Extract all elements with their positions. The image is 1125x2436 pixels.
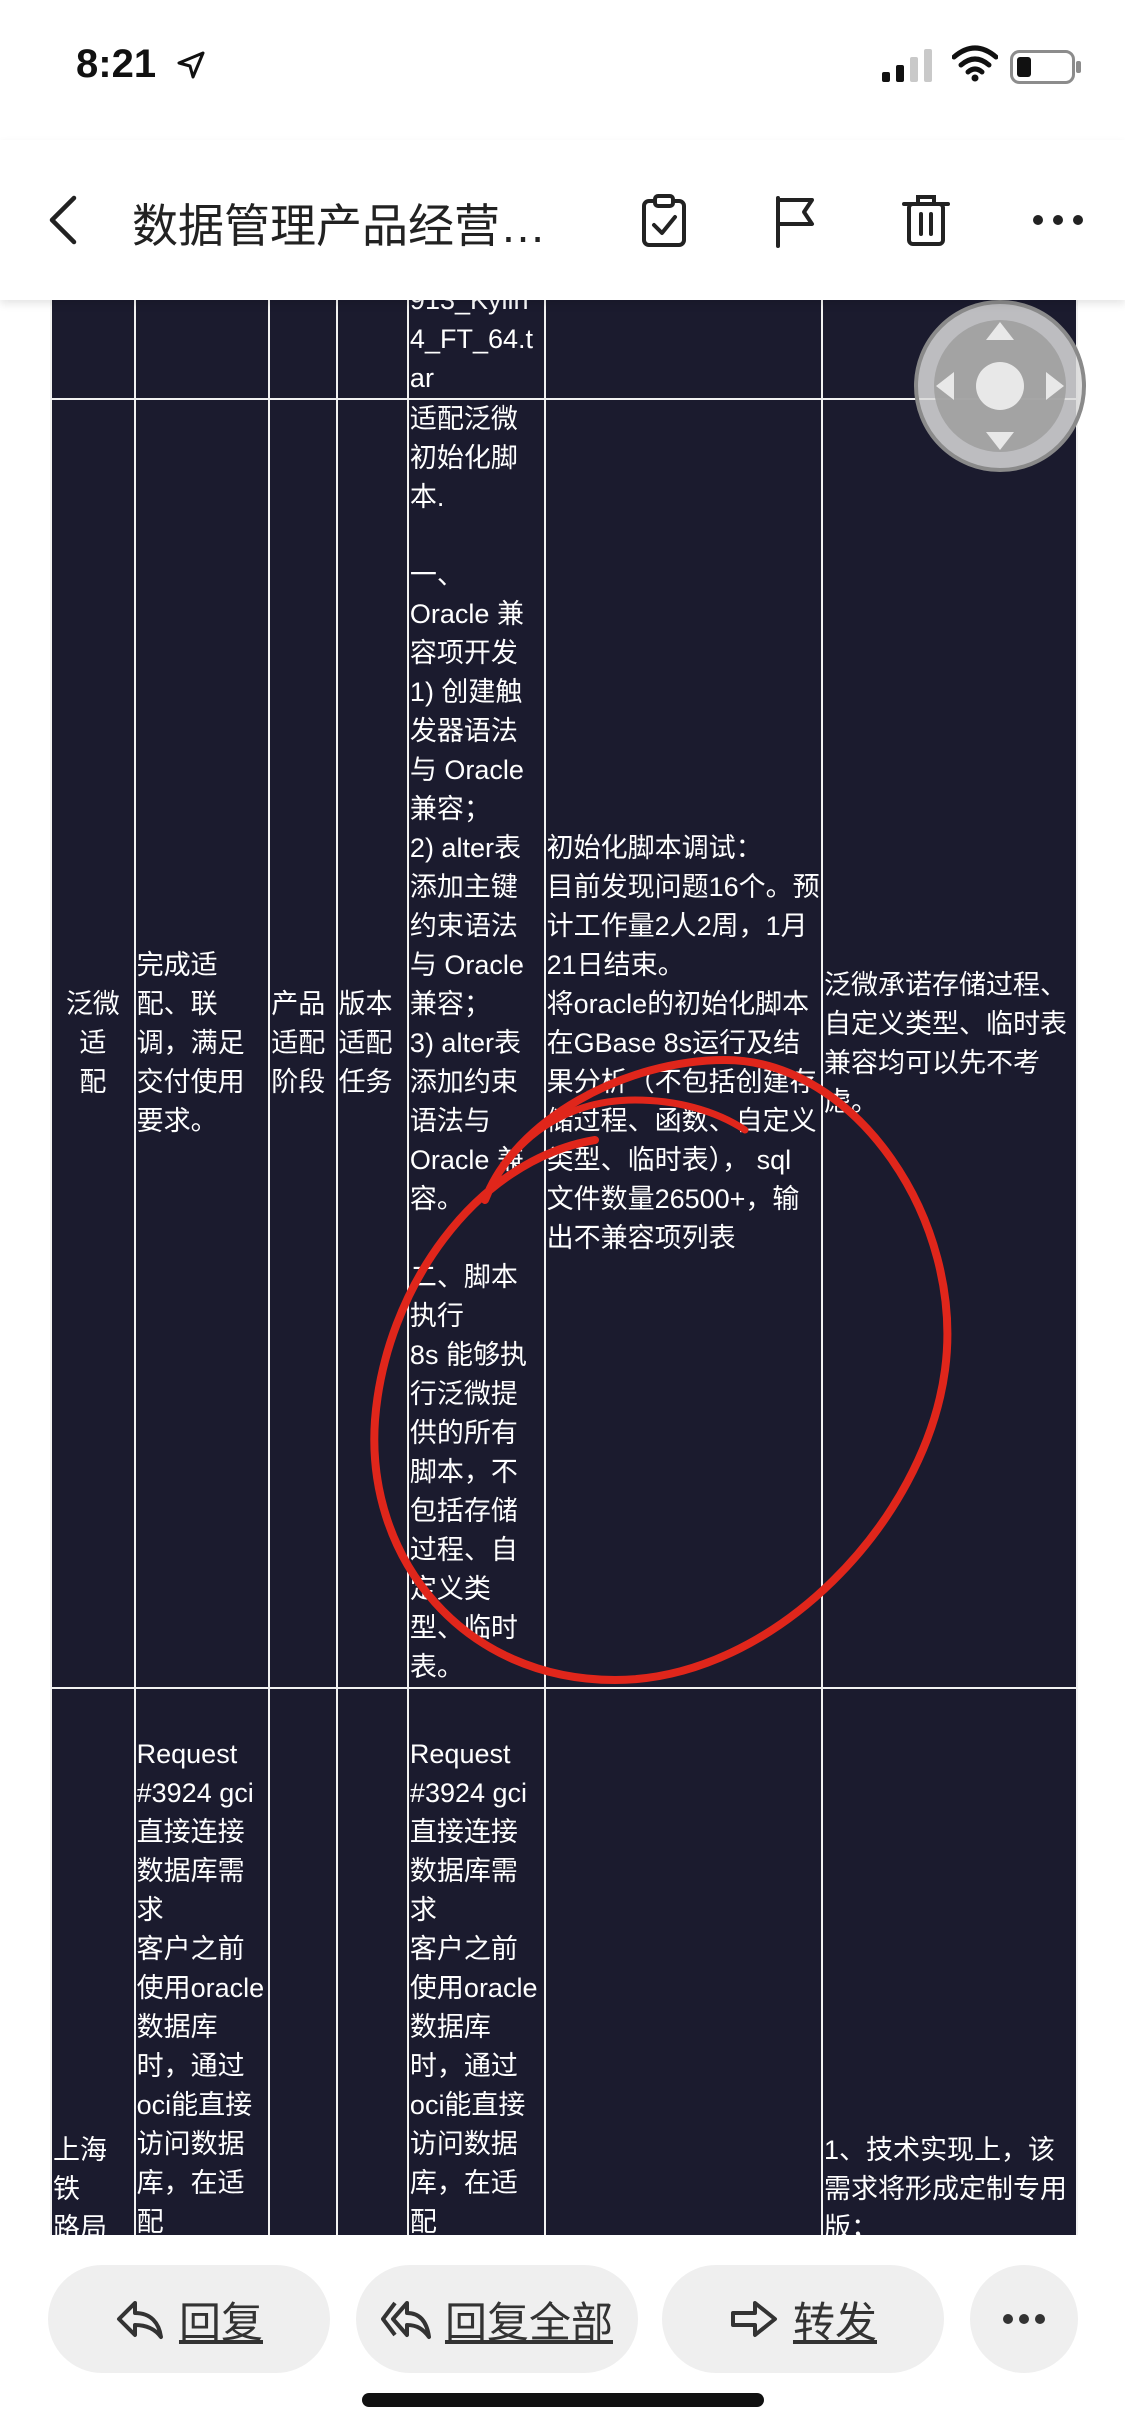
table-cell: Request #3924 gci 直接连接 数据库需 求 客户之前 使用ora… xyxy=(406,1687,546,2235)
table-cell: 应用 xyxy=(268,1687,338,2235)
forward-button[interactable]: 转发 xyxy=(662,2265,944,2373)
trash-icon[interactable] xyxy=(898,192,954,248)
table-cell: Request #3924 gci 直接连接 数据库需 求 客户之前 使用ora… xyxy=(133,1687,271,2235)
home-indicator xyxy=(362,2393,764,2407)
joystick-icon[interactable] xyxy=(912,298,1088,474)
table-cell: 完成适 配、联 调，满足 交付使用 要求。 xyxy=(133,398,271,1689)
status-bar: 8:21 xyxy=(0,0,1125,140)
task-icon[interactable] xyxy=(636,192,692,248)
table-cell: 上海铁 路局信 xyxy=(50,1687,136,2235)
flag-icon[interactable] xyxy=(768,192,824,248)
table-cell xyxy=(335,300,409,400)
red-circle-annotation xyxy=(370,1055,952,1685)
more-icon xyxy=(1003,2314,1045,2324)
wifi-icon xyxy=(952,45,998,82)
reply-icon xyxy=(116,2301,163,2339)
reply-all-label: 回复全部 xyxy=(444,2298,613,2346)
reply-all-button[interactable]: 回复全部 xyxy=(356,2265,638,2373)
table-cell xyxy=(50,300,136,400)
table-cell xyxy=(268,300,338,400)
table-row: 上海铁 路局信 Request #3924 gci 直接连接 数据库需 求 客户… xyxy=(50,1687,1079,2235)
table-cell: 产品 适配 阶段 xyxy=(268,398,338,1689)
reply-all-icon xyxy=(380,2301,431,2339)
status-time: 8:21 xyxy=(76,42,157,86)
battery-icon xyxy=(1010,50,1081,84)
cellular-signal-icon xyxy=(882,49,932,82)
more-actions-button[interactable] xyxy=(970,2265,1078,2373)
table-cell xyxy=(133,300,271,400)
reply-button[interactable]: 回复 xyxy=(48,2265,330,2373)
table-cell: 1、技术实现上，该 需求将形成定制专用 版； 2、该项目所开发的 xyxy=(820,1687,1079,2235)
table-cell: X2_1_4e3 913_Kylin 4_FT_64.t ar xyxy=(406,300,546,400)
forward-label: 转发 xyxy=(792,2298,877,2346)
reply-label: 回复 xyxy=(178,2298,263,2346)
forward-icon xyxy=(730,2301,777,2337)
table-cell: 专项 xyxy=(335,1687,409,2235)
location-arrow-icon xyxy=(177,51,205,79)
table-cell: 泛微适 配 xyxy=(50,398,136,1689)
table-cell xyxy=(543,1687,823,2235)
nav-bar: 数据管理产品经营… xyxy=(0,140,1125,300)
more-icon[interactable] xyxy=(1030,192,1086,248)
message-title: 数据管理产品经营… xyxy=(132,200,546,252)
table-cell xyxy=(543,300,823,400)
message-body[interactable]: X2_1_4e3 913_Kylin 4_FT_64.t ar 泛微适 配 完成… xyxy=(0,300,1125,2235)
back-icon[interactable] xyxy=(38,192,94,248)
